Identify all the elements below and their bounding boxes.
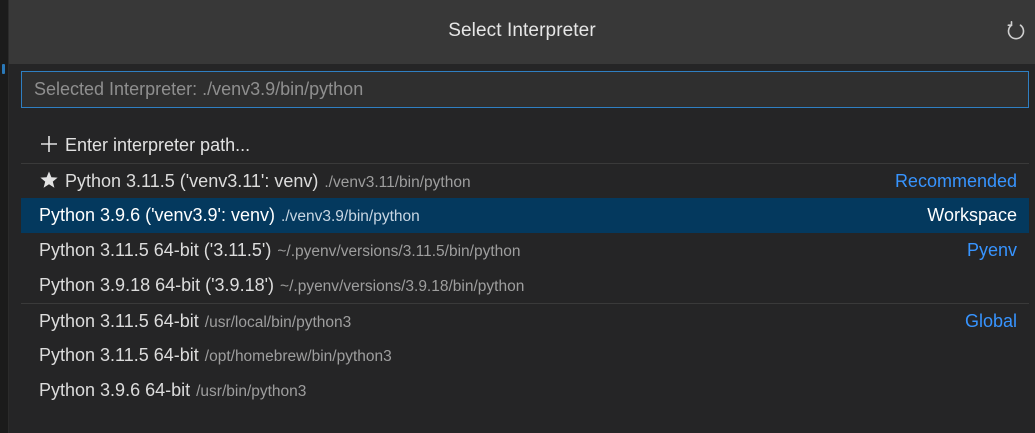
enter-interpreter-path-label: Enter interpreter path...	[65, 135, 251, 155]
interpreter-label: Python 3.9.18 64-bit ('3.9.18')	[39, 275, 275, 295]
active-indicator	[2, 64, 5, 74]
interpreter-path: ~/.pyenv/versions/3.11.5/bin/python	[277, 243, 521, 260]
interpreter-item-pyenv-3918[interactable]: Python 3.9.18 64-bit ('3.9.18') ~/.pyenv/…	[21, 268, 1029, 303]
interpreter-item-usr-local[interactable]: Python 3.11.5 64-bit/usr/local/bin/pytho…	[21, 303, 1029, 338]
workspace-tag: Workspace	[927, 205, 1017, 225]
interpreter-path: /opt/homebrew/bin/python3	[204, 348, 392, 365]
interpreter-path: ./venv3.9/bin/python	[281, 208, 420, 225]
interpreter-label: Python 3.11.5 64-bit ('3.11.5')	[39, 240, 272, 260]
recommended-tag: Recommended	[894, 171, 1017, 191]
refresh-icon[interactable]	[1005, 20, 1027, 42]
interpreter-item-venv39[interactable]: Python 3.9.6 ('venv3.9': venv) ./venv3.9/…	[21, 198, 1029, 233]
global-tag: Global	[964, 311, 1017, 331]
interpreter-search-input[interactable]	[22, 72, 1028, 107]
plus-icon	[41, 136, 57, 152]
quick-pick-title-bar: Select Interpreter	[9, 0, 1035, 64]
pyenv-tag: Pyenv	[966, 240, 1017, 260]
interpreter-item-usr-bin[interactable]: Python 3.9.6 64-bit/usr/bin/python3	[21, 373, 1029, 408]
interpreter-item-venv311[interactable]: Python 3.11.5 ('venv3.11': venv) ./venv3.…	[21, 163, 1029, 198]
interpreter-label: Python 3.11.5 ('venv3.11': venv)	[65, 171, 319, 191]
interpreter-search-box[interactable]	[21, 71, 1029, 108]
interpreter-item-homebrew[interactable]: Python 3.11.5 64-bit/opt/homebrew/bin/py…	[21, 338, 1029, 373]
interpreter-path: /usr/bin/python3	[196, 383, 307, 400]
editor-edge	[0, 0, 9, 433]
interpreter-path: ./venv3.11/bin/python	[324, 174, 471, 191]
quick-pick-title: Select Interpreter	[448, 20, 596, 41]
window-frame: Select Interpreter Enter interpreter pat…	[0, 0, 1035, 433]
enter-interpreter-path-item[interactable]: Enter interpreter path...	[21, 128, 1029, 163]
interpreter-list: Enter interpreter path... Python 3.11.5 …	[21, 128, 1029, 408]
interpreter-path: /usr/local/bin/python3	[204, 314, 352, 331]
interpreter-label: Python 3.11.5 64-bit	[39, 345, 199, 365]
star-icon	[40, 171, 58, 188]
quick-pick: Select Interpreter Enter interpreter pat…	[9, 0, 1035, 433]
interpreter-path: ~/.pyenv/versions/3.9.18/bin/python	[280, 278, 525, 295]
interpreter-label: Python 3.9.6 ('venv3.9': venv)	[39, 205, 276, 225]
interpreter-label: Python 3.11.5 64-bit	[39, 311, 199, 331]
interpreter-item-pyenv-3115[interactable]: Python 3.11.5 64-bit ('3.11.5') ~/.pyenv/…	[21, 233, 1029, 268]
interpreter-label: Python 3.9.6 64-bit	[39, 380, 191, 400]
